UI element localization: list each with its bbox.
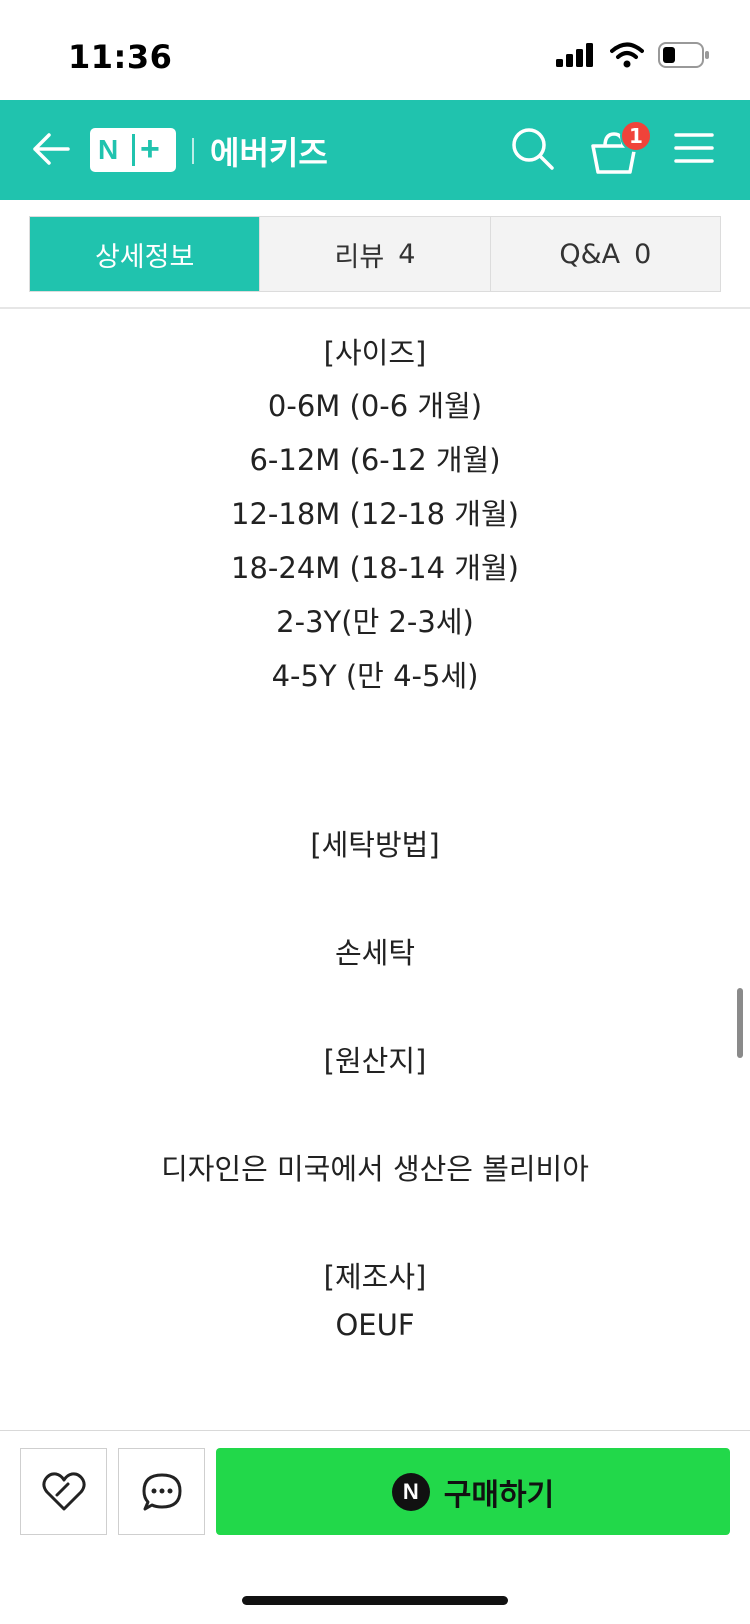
scroll-indicator[interactable]	[737, 988, 743, 1058]
menu-button[interactable]	[672, 128, 716, 168]
tab-reviews[interactable]: 리뷰 4	[259, 217, 490, 291]
cart-count-badge: 1	[620, 120, 652, 152]
search-icon	[512, 128, 554, 170]
logo-divider	[132, 134, 135, 166]
maker-text: OEUF	[335, 1308, 415, 1342]
header-separator	[192, 138, 194, 164]
signal-icon	[556, 43, 593, 67]
origin-heading: [원산지]	[323, 1044, 427, 1078]
size-item: 12-18M (12-18 개월)	[231, 497, 519, 531]
status-time: 11:36	[68, 38, 173, 76]
size-heading: [사이즈]	[323, 336, 427, 370]
size-item: 4-5Y (만 4-5세)	[271, 659, 479, 693]
tab-detail-info[interactable]: 상세정보	[30, 217, 260, 291]
size-item: 6-12M (6-12 개월)	[249, 443, 501, 477]
wash-method: 손세탁	[334, 936, 416, 970]
bottom-bar-divider	[0, 1430, 750, 1431]
tab-qna[interactable]: Q&A 0	[489, 217, 720, 291]
hamburger-menu-icon	[674, 133, 714, 163]
origin-text: 디자인은 미국에서 생산은 볼리비아	[161, 1152, 589, 1186]
size-item: 0-6M (0-6 개월)	[267, 389, 483, 423]
search-button[interactable]	[508, 124, 558, 174]
buy-button[interactable]: N 구매하기	[216, 1448, 730, 1535]
store-name[interactable]: 에버키즈	[210, 128, 328, 174]
product-detail-content: [사이즈] 0-6M (0-6 개월) 6-12M (6-12 개월) 12-1…	[0, 310, 750, 1430]
back-button[interactable]	[26, 124, 76, 174]
tabs-divider	[0, 307, 750, 309]
status-icons	[556, 42, 710, 68]
naver-plus-logo[interactable]: N +	[90, 128, 176, 172]
app-header: N + 에버키즈 1	[0, 100, 750, 200]
chat-bubble-icon	[142, 1473, 181, 1510]
buy-label: 구매하기	[443, 1477, 555, 1513]
wifi-icon	[610, 42, 644, 68]
product-tabs: 상세정보 리뷰 4 Q&A 0	[29, 216, 721, 292]
home-indicator[interactable]	[242, 1596, 508, 1605]
tab-count: 4	[398, 238, 416, 270]
talk-button[interactable]	[118, 1448, 205, 1535]
status-bar: 11:36	[0, 0, 750, 100]
cart-button[interactable]: 1	[590, 120, 652, 176]
heart-icon	[41, 1471, 86, 1510]
battery-icon	[658, 42, 709, 68]
arrow-left-icon	[33, 133, 70, 165]
logo-plus: +	[140, 130, 160, 168]
size-item: 18-24M (18-14 개월)	[231, 551, 519, 585]
tab-label: 상세정보	[94, 241, 195, 273]
naver-pay-icon: N	[391, 1472, 430, 1511]
logo-n: N	[98, 134, 119, 165]
maker-heading: [제조사]	[323, 1260, 427, 1294]
tab-count: 0	[634, 238, 652, 270]
tab-label: 리뷰	[334, 241, 385, 273]
like-button[interactable]	[20, 1448, 107, 1535]
size-item: 2-3Y(만 2-3세)	[276, 605, 474, 639]
tab-label: Q&A	[559, 238, 621, 270]
wash-heading: [세탁방법]	[310, 828, 440, 862]
